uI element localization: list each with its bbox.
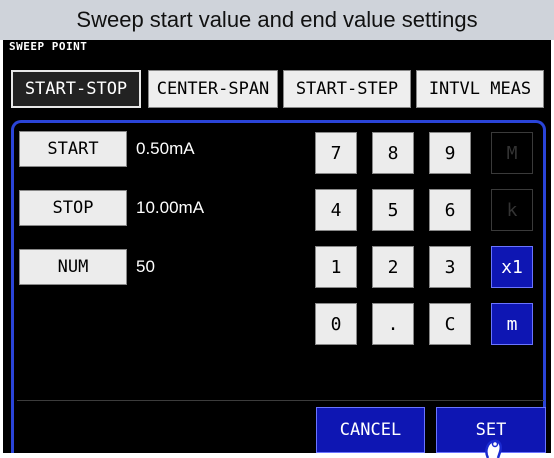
key-decimal[interactable]: . [372, 303, 414, 345]
key-2[interactable]: 2 [372, 246, 414, 288]
screen-title: SWEEP POINT [9, 40, 88, 53]
key-9[interactable]: 9 [429, 132, 471, 174]
key-unit-x1[interactable]: x1 [491, 246, 533, 288]
num-value: 50 [136, 257, 155, 276]
stop-value: 10.00mA [136, 198, 205, 217]
num-button[interactable]: NUM [19, 249, 127, 285]
key-5[interactable]: 5 [372, 189, 414, 231]
key-clear[interactable]: C [429, 303, 471, 345]
tab-center-span[interactable]: CENTER-SPAN [148, 70, 278, 108]
key-8[interactable]: 8 [372, 132, 414, 174]
stop-button[interactable]: STOP [19, 190, 127, 226]
tab-intvl-meas[interactable]: INTVL MEAS [416, 70, 544, 108]
tab-start-stop[interactable]: START-STOP [11, 70, 141, 108]
key-7[interactable]: 7 [315, 132, 357, 174]
touch-hand-icon [485, 439, 502, 458]
key-unit-mega[interactable]: M [491, 132, 533, 174]
key-6[interactable]: 6 [429, 189, 471, 231]
tab-start-step[interactable]: START-STEP [283, 70, 411, 108]
key-3[interactable]: 3 [429, 246, 471, 288]
start-button[interactable]: START [19, 131, 127, 167]
divider [17, 400, 544, 401]
key-4[interactable]: 4 [315, 189, 357, 231]
cancel-button[interactable]: CANCEL [316, 407, 425, 453]
instrument-screen: SWEEP POINT START-STOP CENTER-SPAN START… [3, 40, 551, 453]
start-value: 0.50mA [136, 139, 195, 158]
figure-caption: Sweep start value and end value settings [0, 0, 554, 40]
settings-panel: START 0.50mA STOP 10.00mA NUM 50 7 8 9 M… [11, 120, 546, 453]
key-unit-milli[interactable]: m [491, 303, 533, 345]
key-1[interactable]: 1 [315, 246, 357, 288]
key-unit-kilo[interactable]: k [491, 189, 533, 231]
key-0[interactable]: 0 [315, 303, 357, 345]
